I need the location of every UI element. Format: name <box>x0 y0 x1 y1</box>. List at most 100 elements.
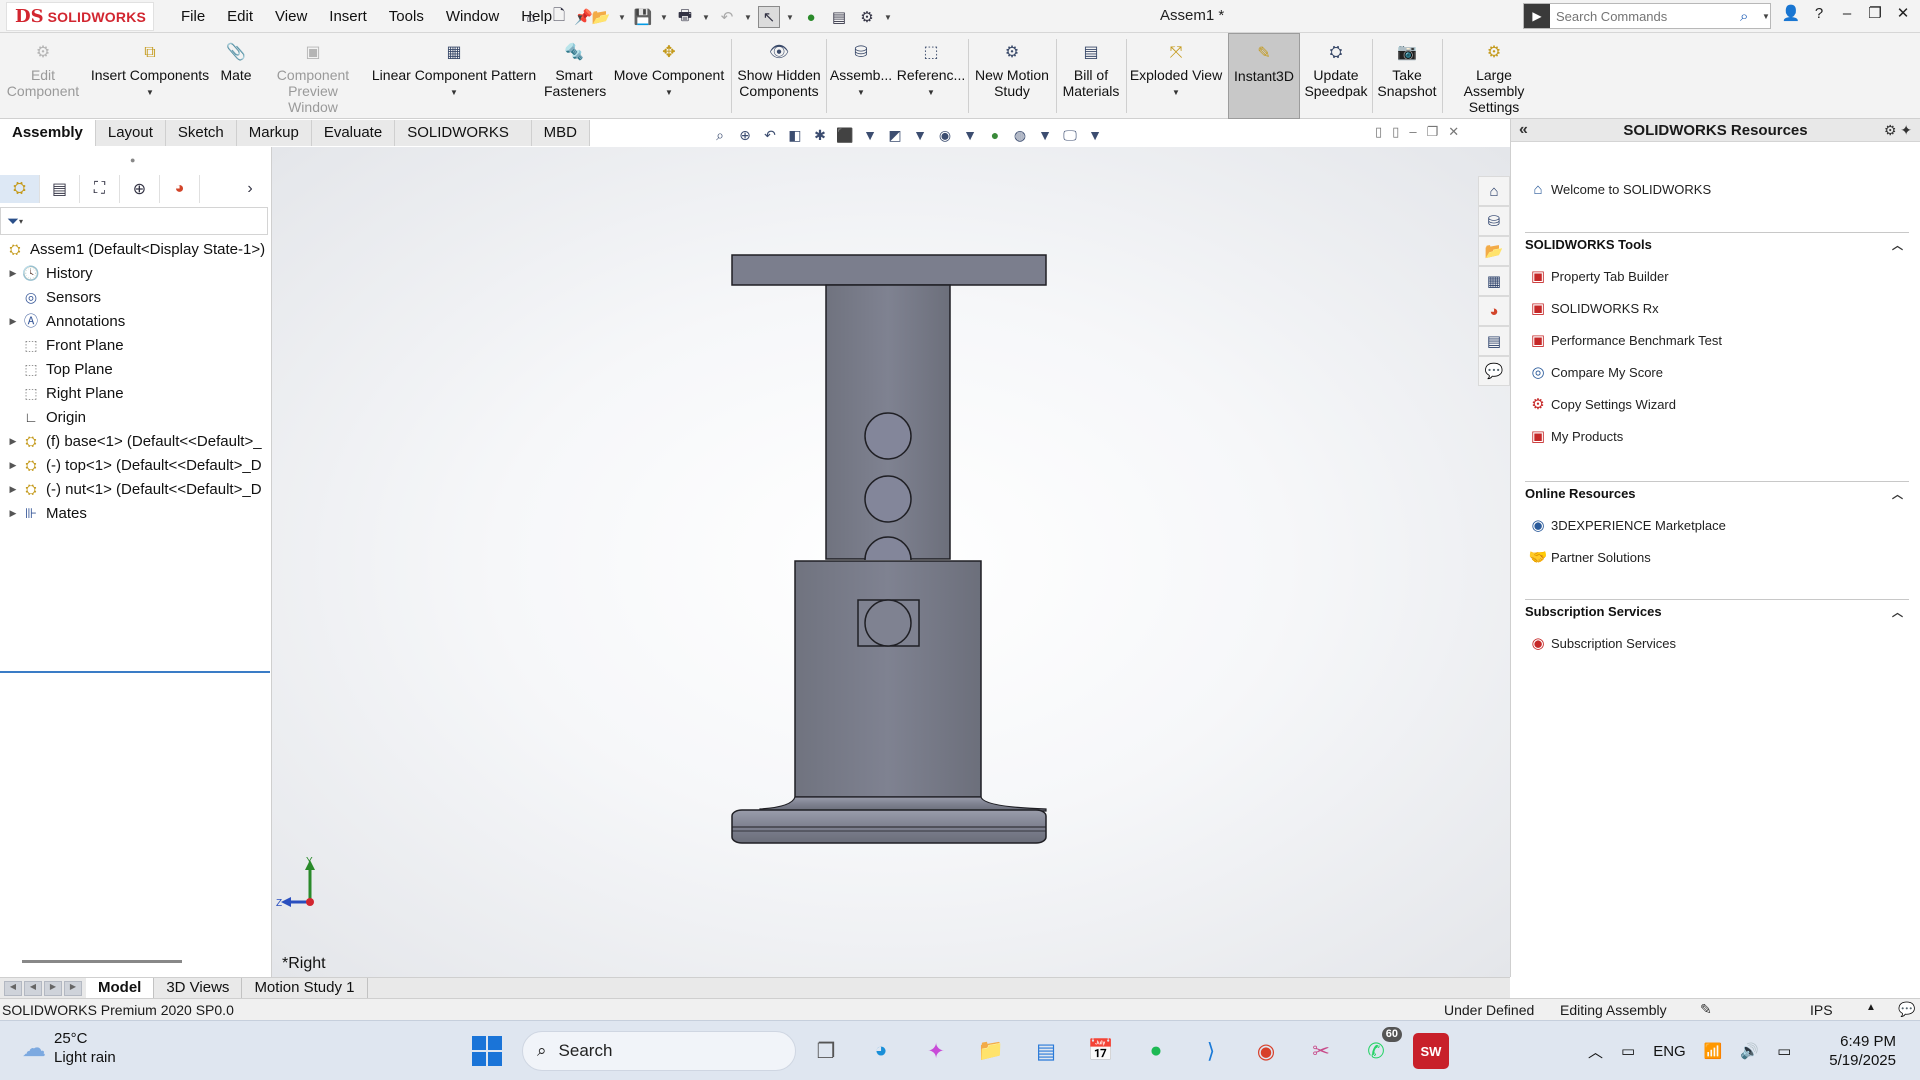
expand-arrow-icon[interactable]: ▶ <box>6 436 20 447</box>
spotify-icon[interactable]: ● <box>1138 1033 1174 1069</box>
show-hidden-components-button[interactable]: 👁 Show Hidden Components <box>734 33 824 119</box>
last-tab-icon[interactable]: ▶ <box>64 980 82 996</box>
search-commands-box[interactable]: ▶ ⌕ ▼ <box>1523 3 1771 29</box>
forum-icon[interactable]: 💬 <box>1478 356 1510 386</box>
home-icon[interactable]: ⌂ <box>1478 176 1510 206</box>
menu-tools[interactable]: Tools <box>378 8 435 25</box>
display-icon[interactable]: ▭ <box>1621 1042 1635 1060</box>
unit-system[interactable]: IPS <box>1810 1002 1833 1018</box>
file-explorer-icon[interactable]: 📁 <box>973 1033 1009 1069</box>
panel-splitter-handle[interactable]: ● <box>130 155 135 165</box>
chevron-down-icon[interactable]: ▼ <box>618 13 626 22</box>
chevron-down-icon[interactable]: ▼ <box>744 13 752 22</box>
next-tab-icon[interactable]: ▶ <box>44 980 62 996</box>
performance-benchmark-link[interactable]: ▣ Performance Benchmark Test <box>1528 331 1722 349</box>
menu-file[interactable]: File <box>170 8 216 25</box>
tab-evaluate[interactable]: Evaluate <box>311 120 396 146</box>
chevron-down-icon[interactable]: ▼ <box>146 85 154 101</box>
subscription-services-section[interactable]: Subscription Services ︿ <box>1525 599 1909 620</box>
chevron-right-icon[interactable]: › <box>230 175 270 203</box>
view-orientation-icon[interactable]: ⬛ <box>835 127 855 144</box>
tree-item-origin[interactable]: ∟ Origin <box>0 405 270 429</box>
first-tab-icon[interactable]: ◀ <box>4 980 22 996</box>
configuration-manager-icon[interactable]: ⛶ <box>80 175 120 203</box>
tree-item-annotations[interactable]: ▶ Ⓐ Annotations <box>0 309 270 333</box>
tree-item-top-plane[interactable]: ⬚ Top Plane <box>0 357 270 381</box>
expand-arrow-icon[interactable]: ▶ <box>6 508 20 519</box>
linear-component-pattern-button[interactable]: ▦ Linear Component Pattern ▼ <box>370 33 538 119</box>
rebuild-traffic-light-icon[interactable]: ● <box>800 6 822 28</box>
chevron-up-icon[interactable]: ︿ <box>1892 604 1903 620</box>
expand-arrow-icon[interactable]: ▶ <box>6 268 20 279</box>
tree-item-nut[interactable]: ▶ ⛭ (-) nut<1> (Default<<Default>_D <box>0 477 270 501</box>
view-palette-icon[interactable]: ▦ <box>1478 266 1510 296</box>
base-body[interactable] <box>794 560 982 798</box>
property-manager-icon[interactable]: ▤ <box>40 175 80 203</box>
chevron-down-icon[interactable]: ▼ <box>665 85 673 101</box>
chevron-down-icon[interactable]: ▼ <box>786 13 794 22</box>
restore-icon[interactable]: ❐ <box>1864 4 1886 22</box>
dimxpert-icon[interactable]: ⊕ <box>120 175 160 203</box>
search-icon[interactable]: ⌕ <box>1740 8 1762 25</box>
wifi-icon[interactable]: 📶 <box>1704 1042 1723 1060</box>
appearances-icon[interactable]: ◕ <box>1478 296 1510 326</box>
windows-start-icon[interactable] <box>472 1036 502 1066</box>
partner-solutions-link[interactable]: 🤝 Partner Solutions <box>1528 548 1651 566</box>
tab-motion-study-1[interactable]: Motion Study 1 <box>242 978 368 998</box>
chevron-up-icon[interactable]: ︿ <box>1892 237 1903 253</box>
menu-edit[interactable]: Edit <box>216 8 264 25</box>
menu-view[interactable]: View <box>264 8 318 25</box>
expand-arrow-icon[interactable]: ▶ <box>6 460 20 471</box>
reference-triad[interactable]: Y Z <box>276 857 336 917</box>
tab-markup[interactable]: Markup <box>236 120 312 146</box>
chevron-down-icon[interactable]: ▼ <box>857 85 865 101</box>
custom-properties-icon[interactable]: ▤ <box>1478 326 1510 356</box>
top-plate[interactable] <box>731 254 1047 286</box>
search-commands-input[interactable] <box>1550 8 1740 24</box>
graphics-area[interactable]: Y Z *Right <box>272 147 1510 977</box>
display-manager-icon[interactable]: ◕ <box>160 175 200 203</box>
tab-model[interactable]: Model <box>86 978 155 998</box>
chevron-down-icon[interactable]: ▼ <box>450 85 458 101</box>
copilot-icon[interactable]: ✦ <box>918 1033 954 1069</box>
menu-window[interactable]: Window <box>435 8 510 25</box>
tile-right-icon[interactable]: ▯ <box>1392 124 1399 140</box>
filter-icon[interactable]: ⏷ <box>7 213 19 230</box>
chevron-down-icon[interactable]: ▼ <box>1085 127 1105 143</box>
tree-item-mates[interactable]: ▶ ⊪ Mates <box>0 501 270 525</box>
language-indicator[interactable]: ENG <box>1653 1043 1686 1060</box>
welcome-link[interactable]: ⌂ Welcome to SOLIDWORKS <box>1528 181 1711 198</box>
notepad-icon[interactable]: ▤ <box>1028 1033 1064 1069</box>
rollback-bar[interactable] <box>0 671 270 673</box>
tab-addins[interactable]: SOLIDWORKS Add-Ins <box>395 120 532 167</box>
solidworks-taskbar-icon[interactable]: SW <box>1413 1033 1449 1069</box>
section-view-icon[interactable]: ◧ <box>785 127 805 144</box>
edit-component-button[interactable]: ⚙ Edit Component <box>2 33 84 119</box>
file-explorer-icon[interactable]: 📂 <box>1478 236 1510 266</box>
tab-sketch[interactable]: Sketch <box>165 120 237 146</box>
subscription-services-link[interactable]: ◉ Subscription Services <box>1528 634 1676 652</box>
task-view-icon[interactable]: ❐ <box>808 1033 844 1069</box>
take-snapshot-button[interactable]: 📷 Take Snapshot <box>1374 33 1440 119</box>
open-folder-icon[interactable]: 📂 <box>590 6 612 28</box>
previous-view-icon[interactable]: ↶ <box>760 127 780 144</box>
customize-status-icon[interactable]: 💬 <box>1898 1001 1915 1018</box>
zoom-to-area-icon[interactable]: ⊕ <box>735 127 755 144</box>
close-icon[interactable]: ✕ <box>1892 4 1914 22</box>
copy-settings-wizard-link[interactable]: ⚙ Copy Settings Wizard <box>1528 395 1676 413</box>
base-fillet[interactable] <box>759 796 1047 812</box>
large-assembly-settings-button[interactable]: ⚙ Large Assembly Settings <box>1444 33 1544 119</box>
taskbar-search[interactable]: ⌕ Search <box>522 1031 796 1071</box>
exploded-view-button[interactable]: ⤧ Exploded View ▼ <box>1128 33 1224 119</box>
calendar-app-icon[interactable]: 📅 <box>1083 1033 1119 1069</box>
tree-item-top[interactable]: ▶ ⛭ (-) top<1> (Default<<Default>_D <box>0 453 270 477</box>
edit-appearance-icon[interactable]: ● <box>985 127 1005 143</box>
compare-my-score-link[interactable]: ◎ Compare My Score <box>1528 363 1663 381</box>
display-style-icon[interactable]: ◩ <box>885 127 905 144</box>
tree-root-assembly[interactable]: ⛭ Assem1 (Default<Display State-1>) <box>0 237 270 261</box>
help-icon[interactable]: ? <box>1808 5 1830 22</box>
chevron-down-icon[interactable]: ▼ <box>1035 127 1055 143</box>
smart-fasteners-button[interactable]: 🔩 Smart Fasteners <box>540 33 608 119</box>
instant3d-button[interactable]: ✎ Instant3D <box>1228 33 1300 119</box>
snipping-tool-icon[interactable]: ✂ <box>1303 1033 1339 1069</box>
